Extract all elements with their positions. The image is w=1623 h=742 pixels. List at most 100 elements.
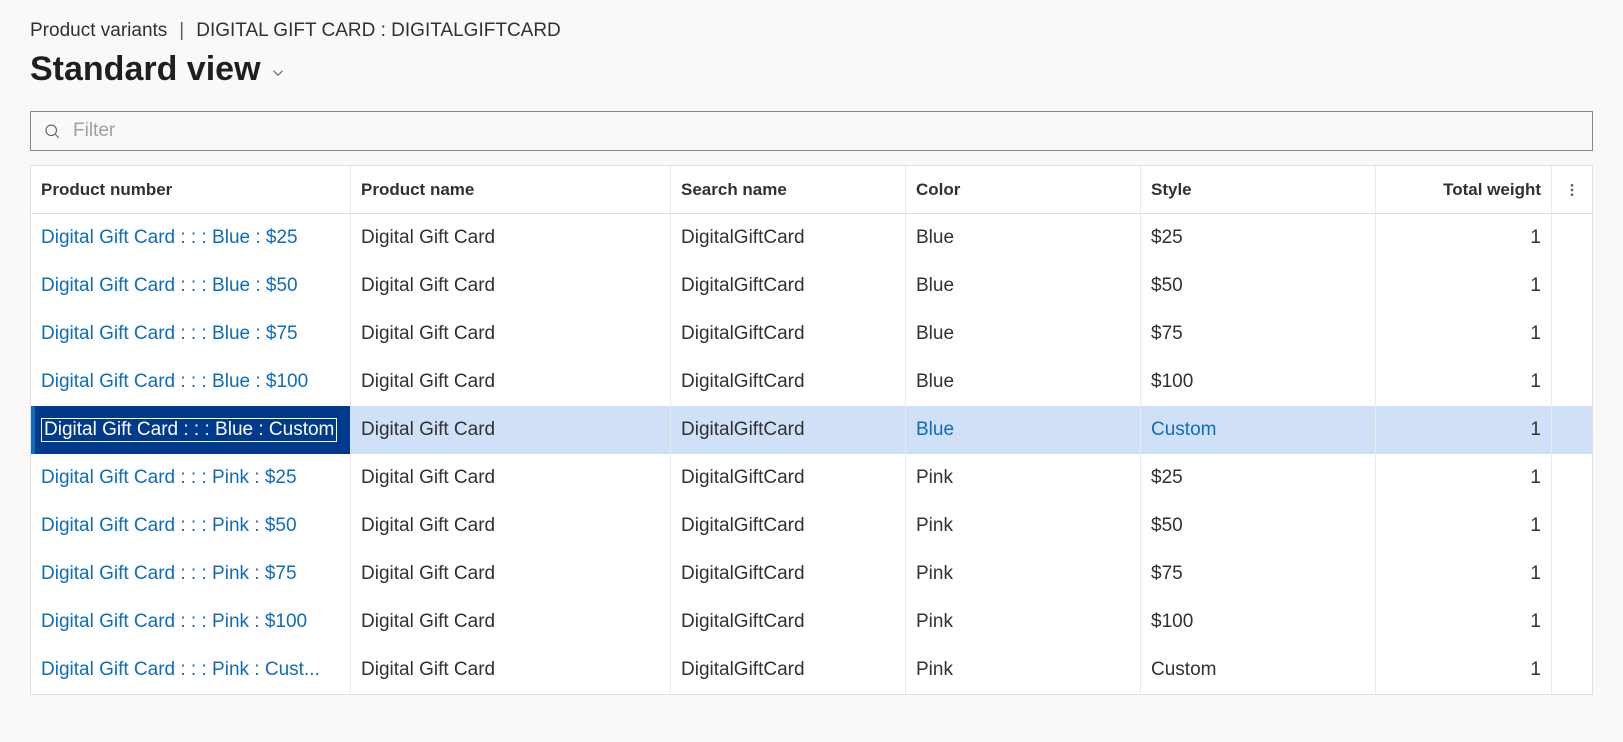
cell-style: $100 [1141, 358, 1376, 406]
cell-spacer [1552, 310, 1592, 358]
cell-product-number[interactable]: Digital Gift Card : : : Blue : $25 [31, 214, 351, 262]
cell-spacer [1552, 598, 1592, 646]
cell-search-name: DigitalGiftCard [671, 454, 906, 502]
view-title: Standard view [30, 50, 261, 89]
cell-style: Custom [1141, 646, 1376, 694]
cell-style: $50 [1141, 262, 1376, 310]
breadcrumb-separator: | [179, 20, 184, 42]
cell-spacer [1552, 214, 1592, 262]
product-number-link[interactable]: Digital Gift Card : : : Blue : $100 [41, 371, 308, 393]
cell-color: Blue [906, 406, 1141, 454]
cell-search-name: DigitalGiftCard [671, 358, 906, 406]
view-selector[interactable]: Standard view [30, 50, 1593, 89]
col-search-name[interactable]: Search name [671, 166, 906, 213]
style-link[interactable]: Custom [1151, 419, 1216, 441]
cell-spacer [1552, 358, 1592, 406]
cell-product-name: Digital Gift Card [351, 214, 671, 262]
cell-color: Pink [906, 502, 1141, 550]
table-row[interactable]: Digital Gift Card : : : Blue : $75 Digita… [31, 310, 1592, 358]
cell-style: $75 [1141, 310, 1376, 358]
cell-style: $25 [1141, 214, 1376, 262]
cell-total-weight: 1 [1376, 262, 1552, 310]
product-number-link[interactable]: Digital Gift Card : : : Blue : $50 [41, 275, 298, 297]
cell-product-name: Digital Gift Card [351, 598, 671, 646]
cell-search-name: DigitalGiftCard [671, 310, 906, 358]
cell-total-weight: 1 [1376, 406, 1552, 454]
cell-color: Blue [906, 358, 1141, 406]
cell-product-name: Digital Gift Card [351, 550, 671, 598]
cell-search-name: DigitalGiftCard [671, 550, 906, 598]
filter-input[interactable] [71, 119, 1580, 143]
table-row[interactable]: Digital Gift Card : : : Blue : $25 Digita… [31, 214, 1592, 262]
search-icon [43, 122, 61, 140]
table-row[interactable]: Digital Gift Card : : : Pink : Cust... Di… [31, 646, 1592, 694]
product-number-link[interactable]: Digital Gift Card : : : Blue : Custom [41, 418, 337, 442]
table-row[interactable]: Digital Gift Card : : : Blue : $50 Digita… [31, 262, 1592, 310]
cell-product-name: Digital Gift Card [351, 262, 671, 310]
cell-style: $100 [1141, 598, 1376, 646]
col-product-name[interactable]: Product name [351, 166, 671, 213]
cell-search-name: DigitalGiftCard [671, 646, 906, 694]
cell-search-name: DigitalGiftCard [671, 262, 906, 310]
cell-total-weight: 1 [1376, 454, 1552, 502]
table-row[interactable]: Digital Gift Card : : : Blue : $100 Digit… [31, 358, 1592, 406]
cell-total-weight: 1 [1376, 646, 1552, 694]
cell-style: $25 [1141, 454, 1376, 502]
cell-spacer [1552, 406, 1592, 454]
color-link[interactable]: Blue [916, 419, 954, 441]
breadcrumb-section[interactable]: Product variants [30, 20, 167, 42]
cell-color: Pink [906, 550, 1141, 598]
cell-product-name: Digital Gift Card [351, 502, 671, 550]
product-number-link[interactable]: Digital Gift Card : : : Pink : $50 [41, 515, 297, 537]
cell-product-name: Digital Gift Card [351, 406, 671, 454]
cell-style: $50 [1141, 502, 1376, 550]
table-row[interactable]: Digital Gift Card : : : Pink : $50 Digita… [31, 502, 1592, 550]
col-total-weight[interactable]: Total weight [1376, 166, 1552, 213]
cell-color: Blue [906, 214, 1141, 262]
cell-product-name: Digital Gift Card [351, 310, 671, 358]
chevron-down-icon[interactable] [269, 64, 287, 82]
table-row[interactable]: Digital Gift Card : : : Pink : $75 Digita… [31, 550, 1592, 598]
cell-color: Pink [906, 454, 1141, 502]
cell-product-number[interactable]: Digital Gift Card : : : Blue : $100 [31, 358, 351, 406]
cell-total-weight: 1 [1376, 598, 1552, 646]
product-number-link[interactable]: Digital Gift Card : : : Blue : $75 [41, 323, 298, 345]
cell-product-name: Digital Gift Card [351, 646, 671, 694]
cell-total-weight: 1 [1376, 310, 1552, 358]
cell-spacer [1552, 502, 1592, 550]
cell-search-name: DigitalGiftCard [671, 502, 906, 550]
cell-product-number[interactable]: Digital Gift Card : : : Pink : $50 [31, 502, 351, 550]
cell-product-name: Digital Gift Card [351, 358, 671, 406]
col-style[interactable]: Style [1141, 166, 1376, 213]
col-product-number[interactable]: Product number [31, 166, 351, 213]
filter-bar[interactable] [30, 111, 1593, 151]
table-row[interactable]: Digital Gift Card : : : Pink : $25 Digita… [31, 454, 1592, 502]
table-row[interactable]: Digital Gift Card : : : Blue : Custom Dig… [31, 406, 1592, 454]
cell-product-number[interactable]: Digital Gift Card : : : Pink : $25 [31, 454, 351, 502]
cell-spacer [1552, 550, 1592, 598]
cell-product-number[interactable]: Digital Gift Card : : : Blue : $75 [31, 310, 351, 358]
product-number-link[interactable]: Digital Gift Card : : : Pink : Cust... [41, 659, 320, 681]
col-color[interactable]: Color [906, 166, 1141, 213]
cell-spacer [1552, 646, 1592, 694]
cell-product-number[interactable]: Digital Gift Card : : : Blue : $50 [31, 262, 351, 310]
breadcrumb-record: DIGITAL GIFT CARD : DIGITALGIFTCARD [196, 20, 561, 42]
more-vertical-icon[interactable] [1564, 182, 1580, 198]
cell-style: Custom [1141, 406, 1376, 454]
grid-header: Product number Product name Search name … [31, 166, 1592, 214]
product-number-link[interactable]: Digital Gift Card : : : Blue : $25 [41, 227, 298, 249]
product-number-link[interactable]: Digital Gift Card : : : Pink : $25 [41, 467, 297, 489]
cell-product-number[interactable]: Digital Gift Card : : : Blue : Custom [31, 406, 351, 454]
cell-spacer [1552, 454, 1592, 502]
col-more[interactable] [1552, 166, 1592, 213]
cell-product-number[interactable]: Digital Gift Card : : : Pink : Cust... [31, 646, 351, 694]
cell-total-weight: 1 [1376, 214, 1552, 262]
table-row[interactable]: Digital Gift Card : : : Pink : $100 Digit… [31, 598, 1592, 646]
cell-product-number[interactable]: Digital Gift Card : : : Pink : $100 [31, 598, 351, 646]
breadcrumb: Product variants | DIGITAL GIFT CARD : D… [30, 20, 1593, 42]
cell-total-weight: 1 [1376, 502, 1552, 550]
product-number-link[interactable]: Digital Gift Card : : : Pink : $75 [41, 563, 297, 585]
product-number-link[interactable]: Digital Gift Card : : : Pink : $100 [41, 611, 307, 633]
cell-product-number[interactable]: Digital Gift Card : : : Pink : $75 [31, 550, 351, 598]
cell-search-name: DigitalGiftCard [671, 214, 906, 262]
